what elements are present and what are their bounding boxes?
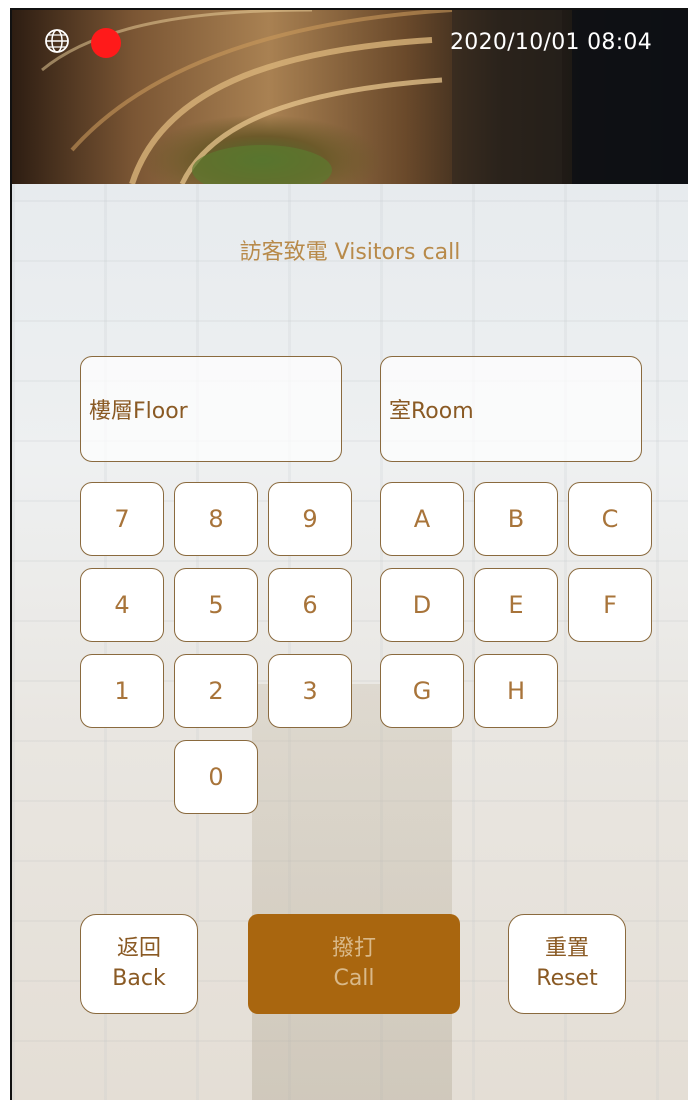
key-1[interactable]: 1 <box>80 654 164 728</box>
back-button[interactable]: 返回 Back <box>80 914 198 1014</box>
key-0[interactable]: 0 <box>174 740 258 814</box>
key-d[interactable]: D <box>380 568 464 642</box>
key-6[interactable]: 6 <box>268 568 352 642</box>
key-4[interactable]: 4 <box>80 568 164 642</box>
reset-button[interactable]: 重置 Reset <box>508 914 626 1014</box>
globe-icon[interactable] <box>42 26 72 56</box>
key-7[interactable]: 7 <box>80 482 164 556</box>
reset-button-label-zh: 重置 <box>544 936 589 961</box>
floor-input[interactable]: 樓層Floor <box>80 356 342 462</box>
reset-button-label-en: Reset <box>536 966 598 991</box>
key-9[interactable]: 9 <box>268 482 352 556</box>
room-input[interactable]: 室Room <box>380 356 642 462</box>
key-c[interactable]: C <box>568 482 652 556</box>
key-h[interactable]: H <box>474 654 558 728</box>
visitor-call-panel: 訪客致電 Visitors call 樓層Floor 室Room 7 8 9 4… <box>12 184 688 1100</box>
key-3[interactable]: 3 <box>268 654 352 728</box>
key-f[interactable]: F <box>568 568 652 642</box>
key-g[interactable]: G <box>380 654 464 728</box>
call-button-label-zh: 撥打 <box>331 936 376 961</box>
key-e[interactable]: E <box>474 568 558 642</box>
page-title: 訪客致電 Visitors call <box>239 240 461 265</box>
key-5[interactable]: 5 <box>174 568 258 642</box>
recording-indicator-icon <box>91 28 121 58</box>
datetime-display: 2020/10/01 08:04 <box>450 30 652 55</box>
background-entrance <box>252 684 452 1100</box>
room-input-label: 室Room <box>389 399 474 424</box>
floor-input-label: 樓層Floor <box>89 399 188 424</box>
key-2[interactable]: 2 <box>174 654 258 728</box>
key-8[interactable]: 8 <box>174 482 258 556</box>
back-button-label-en: Back <box>112 966 166 991</box>
key-b[interactable]: B <box>474 482 558 556</box>
call-button-label-en: Call <box>333 966 375 991</box>
intercom-screen: 2020/10/01 08:04 訪客致電 Visitors call 樓層Fl… <box>10 8 688 1100</box>
call-button[interactable]: 撥打 Call <box>248 914 460 1014</box>
key-a[interactable]: A <box>380 482 464 556</box>
back-button-label-zh: 返回 <box>116 936 161 961</box>
header-banner: 2020/10/01 08:04 <box>12 10 688 184</box>
